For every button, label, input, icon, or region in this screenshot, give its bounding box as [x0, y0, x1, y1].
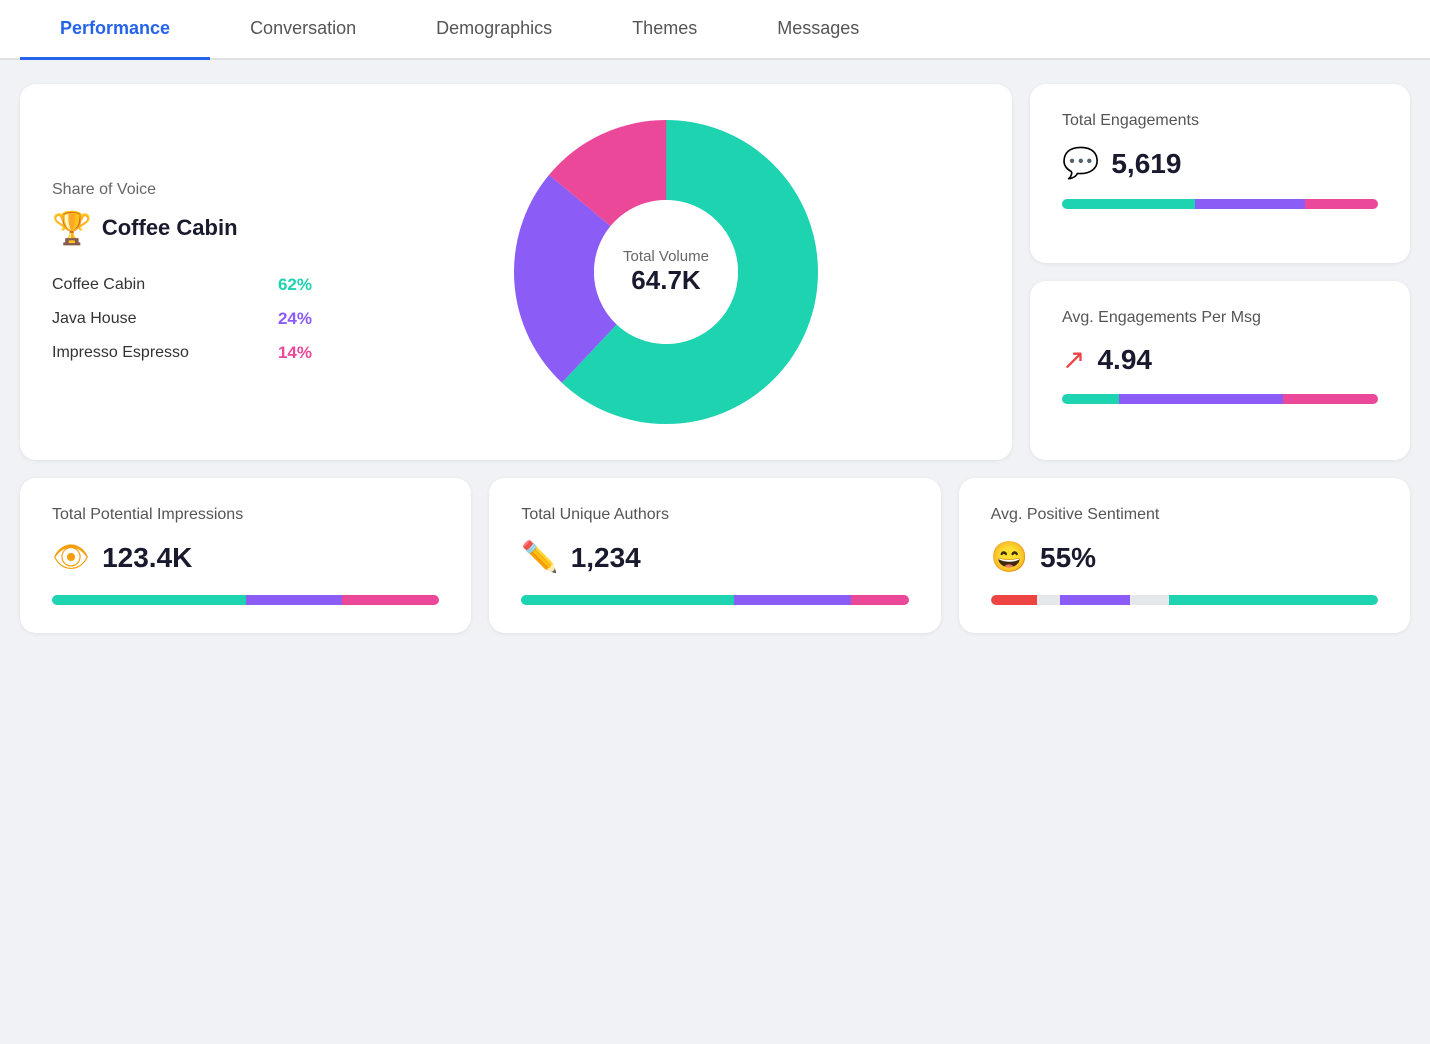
total-engagements-title: Total Engagements: [1062, 112, 1378, 130]
total-engagements-bar: [1062, 199, 1378, 209]
sentiment-card: Avg. Positive Sentiment 😄 55%: [959, 478, 1410, 633]
avg-engagements-value-row: ↗ 4.94: [1062, 343, 1378, 376]
sov-brand-name: Coffee Cabin: [102, 215, 238, 241]
right-column: Total Engagements 💬 5,619 Avg. Engagemen…: [1030, 84, 1410, 460]
sov-item-pct: 14%: [278, 343, 312, 363]
impressions-bar: [52, 595, 439, 605]
tab-conversation[interactable]: Conversation: [210, 0, 396, 60]
sentiment-bar-gap1: [1037, 595, 1060, 605]
bar-teal: [1062, 394, 1119, 404]
sentiment-bar-gap2: [1130, 595, 1169, 605]
total-engagements-value: 5,619: [1111, 148, 1181, 180]
avg-engagements-value: 4.94: [1097, 344, 1152, 376]
top-grid: Share of Voice 🏆 Coffee Cabin Coffee Cab…: [20, 84, 1410, 460]
sentiment-bar: [991, 595, 1378, 605]
arrow-up-icon: ↗: [1062, 343, 1085, 376]
bar-teal: [1062, 199, 1195, 209]
main-content: Share of Voice 🏆 Coffee Cabin Coffee Cab…: [0, 60, 1430, 657]
sentiment-value-row: 😄 55%: [991, 540, 1378, 575]
bar-pink: [342, 595, 439, 605]
bar-pink: [1305, 199, 1378, 209]
bar-purple: [1119, 394, 1283, 404]
sov-item-label: Impresso Espresso: [52, 344, 189, 362]
bar-pink: [851, 595, 909, 605]
sov-item-label: Java House: [52, 310, 137, 328]
donut-chart: Total Volume 64.7K: [506, 112, 826, 432]
impressions-value: 123.4K: [102, 542, 192, 574]
tab-demographics[interactable]: Demographics: [396, 0, 592, 60]
donut-center-label: Total Volume: [623, 248, 709, 265]
pencil-icon: ✏️: [521, 540, 558, 575]
nav-tabs: Performance Conversation Demographics Th…: [0, 0, 1430, 60]
sentiment-bar-purple: [1060, 595, 1130, 605]
unique-authors-value-row: ✏️ 1,234: [521, 540, 908, 575]
bar-purple: [1195, 199, 1306, 209]
sentiment-bar-teal: [1169, 595, 1378, 605]
tab-themes[interactable]: Themes: [592, 0, 737, 60]
sov-brand: 🏆 Coffee Cabin: [52, 209, 312, 247]
eye-icon: 👁: [52, 540, 90, 575]
tab-performance[interactable]: Performance: [20, 0, 210, 60]
total-engagements-value-row: 💬 5,619: [1062, 146, 1378, 181]
unique-authors-bar: [521, 595, 908, 605]
bar-pink: [1283, 394, 1378, 404]
bar-teal: [521, 595, 734, 605]
total-engagements-card: Total Engagements 💬 5,619: [1030, 84, 1410, 263]
sov-left: Share of Voice 🏆 Coffee Cabin Coffee Cab…: [52, 181, 312, 363]
avg-engagements-card: Avg. Engagements Per Msg ↗ 4.94: [1030, 281, 1410, 460]
chat-bubble-icon: 💬: [1062, 146, 1099, 181]
sov-item-pct: 62%: [278, 275, 312, 295]
sov-item-label: Coffee Cabin: [52, 276, 145, 294]
impressions-title: Total Potential Impressions: [52, 506, 439, 524]
avg-engagements-bar: [1062, 394, 1378, 404]
impressions-card: Total Potential Impressions 👁 123.4K: [20, 478, 471, 633]
donut-center: Total Volume 64.7K: [623, 248, 709, 296]
impressions-value-row: 👁 123.4K: [52, 540, 439, 575]
bar-purple: [734, 595, 850, 605]
share-of-voice-card: Share of Voice 🏆 Coffee Cabin Coffee Cab…: [20, 84, 1012, 460]
sov-item-java-house: Java House 24%: [52, 309, 312, 329]
sentiment-title: Avg. Positive Sentiment: [991, 506, 1378, 524]
sov-item-impresso: Impresso Espresso 14%: [52, 343, 312, 363]
bar-purple: [246, 595, 343, 605]
trophy-icon: 🏆: [52, 209, 92, 247]
sov-items: Coffee Cabin 62% Java House 24% Impresso…: [52, 275, 312, 363]
unique-authors-card: Total Unique Authors ✏️ 1,234: [489, 478, 940, 633]
smile-icon: 😄: [991, 540, 1028, 575]
avg-engagements-title: Avg. Engagements Per Msg: [1062, 309, 1378, 327]
tab-messages[interactable]: Messages: [737, 0, 899, 60]
bottom-grid: Total Potential Impressions 👁 123.4K Tot…: [20, 478, 1410, 633]
unique-authors-value: 1,234: [571, 542, 641, 574]
sov-item-pct: 24%: [278, 309, 312, 329]
donut-center-value: 64.7K: [623, 265, 709, 296]
sentiment-value: 55%: [1040, 542, 1096, 574]
sentiment-bar-red: [991, 595, 1037, 605]
bar-teal: [52, 595, 246, 605]
sov-item-coffee-cabin: Coffee Cabin 62%: [52, 275, 312, 295]
sov-label: Share of Voice: [52, 181, 312, 199]
unique-authors-title: Total Unique Authors: [521, 506, 908, 524]
donut-wrapper: Total Volume 64.7K: [352, 112, 980, 432]
